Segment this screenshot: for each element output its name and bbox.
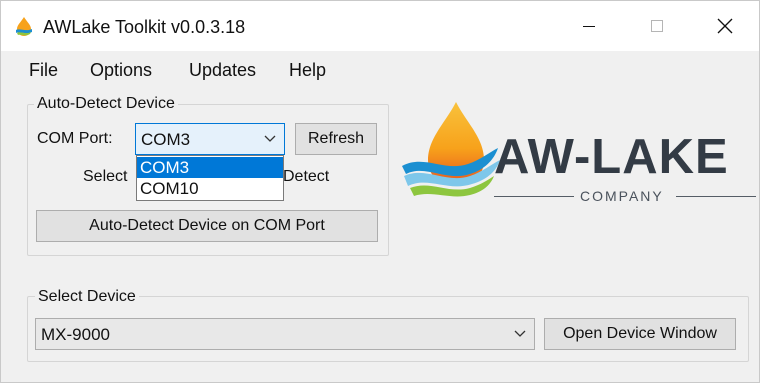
refresh-button[interactable]: Refresh	[295, 123, 377, 155]
logo-main-text: AW-LAKE	[494, 130, 729, 184]
open-device-window-button[interactable]: Open Device Window	[544, 318, 736, 350]
maximize-button[interactable]	[623, 1, 691, 51]
com-port-label: COM Port:	[37, 130, 113, 147]
title-bar: AWLake Toolkit v0.0.3.18	[1, 1, 759, 51]
menu-bar: File Options Updates Help	[1, 51, 759, 89]
auto-detect-group-title: Auto-Detect Device	[34, 95, 178, 113]
maximize-icon	[651, 20, 663, 32]
minimize-button[interactable]	[555, 1, 623, 51]
chevron-down-icon	[506, 319, 534, 349]
minimize-icon	[583, 26, 595, 27]
window-title: AWLake Toolkit v0.0.3.18	[43, 17, 246, 37]
auto-detect-button[interactable]: Auto-Detect Device on COM Port	[36, 210, 378, 242]
device-dropdown[interactable]: MX-9000	[35, 318, 535, 350]
menu-help[interactable]: Help	[289, 60, 326, 80]
device-value: MX-9000	[41, 325, 110, 344]
com-port-dropdown-list: COM3 COM10	[136, 155, 284, 201]
close-icon	[717, 18, 733, 34]
hint-text-left: Select	[83, 168, 128, 185]
dropdown-option-com10[interactable]: COM10	[137, 178, 283, 199]
aw-lake-logo: AW-LAKE COMPANY	[396, 96, 758, 276]
chevron-down-icon	[256, 124, 284, 154]
menu-file[interactable]: File	[29, 60, 58, 80]
logo-drop-icon	[402, 102, 500, 197]
app-window: AWLake Toolkit v0.0.3.18 File Options Up…	[0, 0, 760, 383]
logo-divider-left	[494, 196, 574, 197]
dropdown-option-com3[interactable]: COM3	[137, 157, 283, 178]
logo-divider-right	[676, 196, 756, 197]
menu-options[interactable]: Options	[90, 60, 152, 80]
logo-sub-text: COMPANY	[580, 188, 664, 204]
com-port-dropdown[interactable]: COM3	[135, 123, 285, 155]
menu-updates[interactable]: Updates	[189, 60, 256, 80]
com-port-value: COM3	[141, 130, 191, 149]
select-device-group-title: Select Device	[35, 288, 139, 306]
close-button[interactable]	[691, 1, 759, 51]
hint-text-right: Detect	[283, 168, 330, 185]
awlake-app-icon	[16, 17, 32, 36]
